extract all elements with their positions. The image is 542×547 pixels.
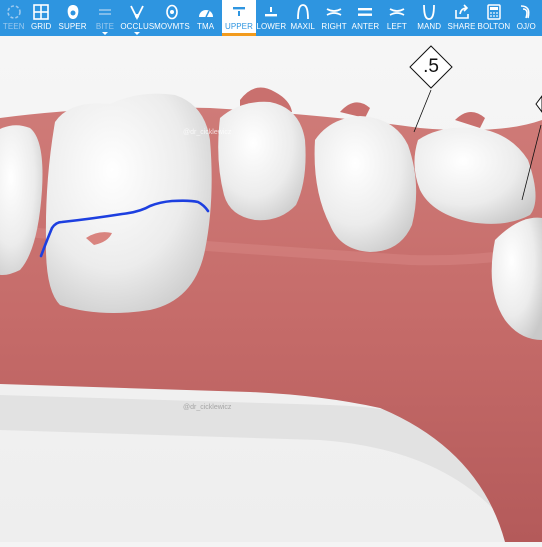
tool-left-label: LEFT <box>386 22 407 31</box>
left-view-icon <box>387 3 407 21</box>
tool-grid-label: GRID <box>30 22 52 31</box>
tool-super[interactable]: SUPER <box>55 0 90 36</box>
watermark-top: @dr_cicklewicz <box>183 129 232 136</box>
dental-model-render <box>0 36 542 542</box>
measurement-badge[interactable]: .5 <box>409 45 453 89</box>
tool-lower-label: LOWER <box>256 22 287 31</box>
tool-mand-label: MAND <box>417 22 442 31</box>
chevron-down-icon <box>134 32 141 35</box>
superimpose-icon <box>63 3 83 21</box>
tool-maxil[interactable]: MAXIL <box>287 0 318 36</box>
mandibular-icon <box>419 3 439 21</box>
calculator-icon <box>484 3 504 21</box>
overjet-icon <box>516 3 536 21</box>
teeth-icon <box>4 3 24 21</box>
tool-grid[interactable]: GRID <box>27 0 54 36</box>
tool-occlus-label: OCCLUS <box>120 22 155 31</box>
tool-teen[interactable]: TEEN <box>0 0 27 36</box>
tool-mand[interactable]: MAND <box>413 0 446 36</box>
upper-arch-icon <box>229 3 249 21</box>
tool-ojo[interactable]: OJ/O <box>511 0 542 36</box>
3d-dental-viewport[interactable] <box>0 36 542 542</box>
tool-bolton-label: BOLTON <box>477 22 511 31</box>
tool-right-label: RIGHT <box>321 22 347 31</box>
watermark-bottom: @dr_cicklewicz <box>183 404 232 411</box>
tool-lower[interactable]: LOWER <box>256 0 287 36</box>
tool-bolton[interactable]: BOLTON <box>477 0 510 36</box>
premolar-tooth <box>218 101 306 221</box>
tool-share-label: SHARE <box>447 22 476 31</box>
tool-super-label: SUPER <box>58 22 87 31</box>
tool-upper[interactable]: UPPER <box>222 0 256 36</box>
tool-anter[interactable]: ANTER <box>350 0 381 36</box>
tool-maxil-label: MAXIL <box>290 22 315 31</box>
bite-icon <box>95 3 115 21</box>
tool-occlus[interactable]: OCCLUS <box>120 0 155 36</box>
measurement-value: .5 <box>423 56 439 77</box>
molar-tooth <box>45 93 212 314</box>
tool-teen-label: TEEN <box>2 22 25 31</box>
tool-bite-label: BITE <box>95 22 115 31</box>
tool-tma-label: TMA <box>197 22 215 31</box>
maxillary-icon <box>293 3 313 21</box>
lower-arch-icon <box>261 3 281 21</box>
tool-bite[interactable]: BITE <box>90 0 119 36</box>
toolbar: TEEN GRID SUPER BITE OCCLUS MOVMTS TMA U… <box>0 0 542 36</box>
chevron-down-icon <box>101 32 108 35</box>
tool-movmts-label: MOVMTS <box>154 22 190 31</box>
grid-icon <box>31 3 51 21</box>
share-icon <box>452 3 472 21</box>
tool-tma[interactable]: TMA <box>189 0 222 36</box>
tool-upper-label: UPPER <box>224 22 253 31</box>
occlusion-icon <box>127 3 147 21</box>
tool-share[interactable]: SHARE <box>446 0 477 36</box>
tma-gauge-icon <box>196 3 216 21</box>
tool-right[interactable]: RIGHT <box>318 0 349 36</box>
tool-movmts[interactable]: MOVMTS <box>154 0 190 36</box>
tool-left[interactable]: LEFT <box>381 0 412 36</box>
tool-anter-label: ANTER <box>351 22 380 31</box>
movements-icon <box>162 3 182 21</box>
right-view-icon <box>324 3 344 21</box>
tool-ojo-label: OJ/O <box>516 22 536 31</box>
anterior-view-icon <box>355 3 375 21</box>
